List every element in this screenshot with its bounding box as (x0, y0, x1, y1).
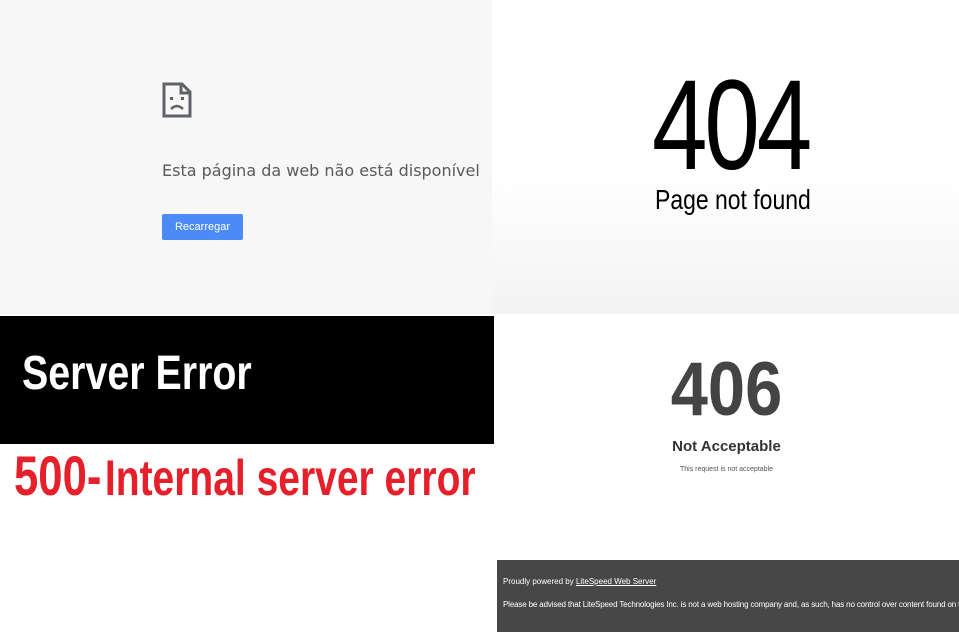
server-error-panel: Server Error 500- Internal server error (0, 314, 494, 632)
error-code: 404 (652, 54, 812, 197)
hosting-notice: Please be advised that LiteSpeed Technol… (503, 600, 959, 609)
error-code: 406 (670, 347, 783, 432)
not-acceptable-panel: 406 Not Acceptable This request is not a… (494, 314, 959, 632)
page-title: Server Error (22, 347, 252, 400)
error-code: 500- (14, 444, 102, 507)
error-heading: 500- Internal server error (14, 448, 476, 504)
error-message: Page not found (655, 184, 811, 215)
powered-by-line: Proudly powered by LiteSpeed Web Server (503, 577, 656, 586)
server-footer: Proudly powered by LiteSpeed Web Server … (497, 560, 959, 632)
error-title: Not Acceptable (672, 438, 781, 455)
error-message: Internal server error (104, 450, 476, 506)
title-banner: Server Error (0, 316, 494, 444)
sad-page-icon (162, 82, 192, 118)
error-message: Esta página da web não está disponível (162, 161, 480, 180)
chrome-offline-panel: Esta página da web não está disponível R… (0, 0, 492, 314)
powered-by-label: Proudly powered by (503, 577, 576, 586)
not-found-panel: 404 Page not found (492, 0, 959, 314)
reload-button[interactable]: Recarregar (162, 214, 243, 240)
litespeed-link[interactable]: LiteSpeed Web Server (576, 577, 656, 586)
error-detail: This request is not acceptable (680, 466, 773, 473)
